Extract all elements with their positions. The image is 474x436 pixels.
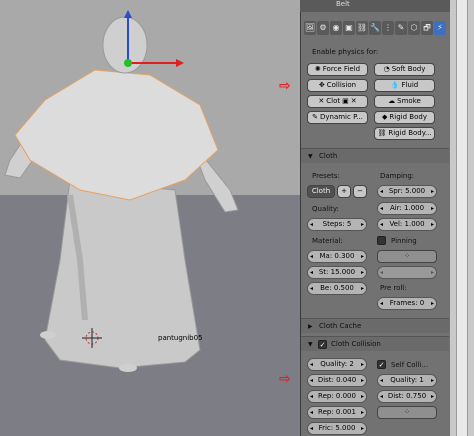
cloth-collision-section-header[interactable]: ▼ ✓ Cloth Collision xyxy=(301,336,449,351)
tab-scene[interactable]: ⚙ xyxy=(317,21,329,35)
self-collision-quality-field[interactable]: Quality: 1 xyxy=(377,374,437,387)
vertex-group-icon: ⁘ xyxy=(404,252,410,260)
self-collision-checkbox[interactable]: ✓ xyxy=(377,360,386,369)
tab-render[interactable]: 🖼 xyxy=(304,21,316,35)
enable-physics-label: Enable physics for: xyxy=(312,48,379,56)
collision-group-field[interactable]: ⁘ xyxy=(377,406,437,419)
tab-physics[interactable]: ⚡ xyxy=(434,21,446,35)
force-field-button[interactable]: ✺ Force Field xyxy=(307,63,368,76)
repel-force-field[interactable]: Rep: 0.000 xyxy=(307,390,367,403)
breadcrumb: Belt xyxy=(300,0,450,12)
add-preset-button[interactable]: + xyxy=(337,185,351,198)
breadcrumb-object-name: Belt xyxy=(336,0,350,8)
cloth-section-header[interactable]: ▼ Cloth xyxy=(301,148,449,163)
rigid-body-constraint-button[interactable]: ⛓ Rigid Body... xyxy=(374,127,435,140)
rigid-body-icon: ◆ xyxy=(382,113,388,121)
annotation-arrow-icon: ⇨ xyxy=(279,371,291,387)
bending-field[interactable]: Be: 0.500 xyxy=(307,282,367,295)
presets-select[interactable]: Cloth xyxy=(307,185,335,198)
collision-distance-field[interactable]: Dist: 0.040 xyxy=(307,374,367,387)
collision-quality-field[interactable]: Quality: 2 xyxy=(307,358,367,371)
minus-icon: − xyxy=(357,187,363,195)
pin-group-field[interactable]: ⁘ xyxy=(377,250,437,263)
soft-body-button[interactable]: ◔ Soft Body xyxy=(374,63,435,76)
remove-preset-button[interactable]: − xyxy=(353,185,367,198)
chain-icon: ⛓ xyxy=(377,129,387,137)
material-label: Material: xyxy=(312,237,343,245)
velocity-damping-field[interactable]: Vel: 1.000 xyxy=(377,218,437,231)
pin-stiffness-field[interactable] xyxy=(377,266,437,279)
brush-icon: ✎ xyxy=(312,113,318,121)
pre-roll-label: Pre roll: xyxy=(380,284,407,292)
cloth-icon: ✕ xyxy=(318,97,325,105)
chevron-right-icon: ▶ xyxy=(308,323,313,330)
dynamic-paint-button[interactable]: ✎ Dynamic P... xyxy=(307,111,368,124)
force-field-icon: ✺ xyxy=(314,65,321,73)
tab-material[interactable]: ✎ xyxy=(395,21,407,35)
steps-field[interactable]: Steps: 5 xyxy=(307,218,367,231)
tab-texture[interactable]: ⬡ xyxy=(408,21,420,35)
self-collision-label: Self Colli... xyxy=(391,361,429,369)
monk-figure-mesh[interactable] xyxy=(0,0,300,436)
smoke-button[interactable]: ☁ Smoke xyxy=(374,95,435,108)
air-damping-field[interactable]: Air: 1.000 xyxy=(377,202,437,215)
right-scroll-strip xyxy=(450,0,474,436)
collision-button[interactable]: ✥ Collision xyxy=(307,79,368,92)
plus-icon: + xyxy=(341,187,347,195)
friction-field[interactable]: Fric: 5.000 xyxy=(307,422,367,435)
3d-viewport[interactable]: pantugnib05 xyxy=(0,0,300,436)
repel-distance-field[interactable]: Rep: 0.001 xyxy=(307,406,367,419)
vertex-group-icon: ⁘ xyxy=(404,408,410,416)
camera-icon: ▣ xyxy=(342,97,349,105)
tab-constraints[interactable]: ⛓ xyxy=(356,21,368,35)
annotation-arrow-icon: ⇨ xyxy=(279,78,291,94)
cloth-button[interactable]: ✕ Clot ▣ ✕ xyxy=(307,95,368,108)
mass-field[interactable]: Ma: 0.300 xyxy=(307,250,367,263)
close-icon: ✕ xyxy=(350,97,357,105)
chevron-down-icon: ▼ xyxy=(308,341,313,348)
presets-label: Presets: xyxy=(312,172,340,180)
tab-data[interactable]: ⋮ xyxy=(382,21,394,35)
tab-world[interactable]: ◉ xyxy=(330,21,342,35)
cloth-cache-section-header[interactable]: ▶ Cloth Cache xyxy=(301,318,449,333)
collision-icon: ✥ xyxy=(318,81,325,89)
tab-object[interactable]: ▣ xyxy=(343,21,355,35)
rigid-body-button[interactable]: ◆ Rigid Body xyxy=(374,111,435,124)
smoke-icon: ☁ xyxy=(388,97,396,105)
pinning-checkbox[interactable] xyxy=(377,236,386,245)
object-name-label: pantugnib05 xyxy=(158,334,203,342)
damping-label: Damping: xyxy=(380,172,415,180)
scrollbar[interactable] xyxy=(456,0,468,436)
frames-field[interactable]: Frames: 0 xyxy=(377,297,437,310)
self-collision-distance-field[interactable]: Dist: 0.750 xyxy=(377,390,437,403)
chevron-down-icon: ▼ xyxy=(308,153,313,160)
tab-particles[interactable]: 🗗 xyxy=(421,21,433,35)
fluid-icon: 💧 xyxy=(390,81,400,89)
spring-damping-field[interactable]: Spr: 5.000 xyxy=(377,185,437,198)
structural-stiffness-field[interactable]: St: 15.000 xyxy=(307,266,367,279)
cloth-collision-checkbox[interactable]: ✓ xyxy=(318,340,327,349)
tab-modifiers[interactable]: 🔧 xyxy=(369,21,381,35)
fluid-button[interactable]: 💧 Fluid xyxy=(374,79,435,92)
pinning-label: Pinning xyxy=(391,237,417,245)
properties-tabs: 🖼 ⚙ ◉ ▣ ⛓ 🔧 ⋮ ✎ ⬡ 🗗 ⚡ xyxy=(304,21,446,37)
quality-label: Quality: xyxy=(312,205,339,213)
soft-body-icon: ◔ xyxy=(383,65,390,73)
